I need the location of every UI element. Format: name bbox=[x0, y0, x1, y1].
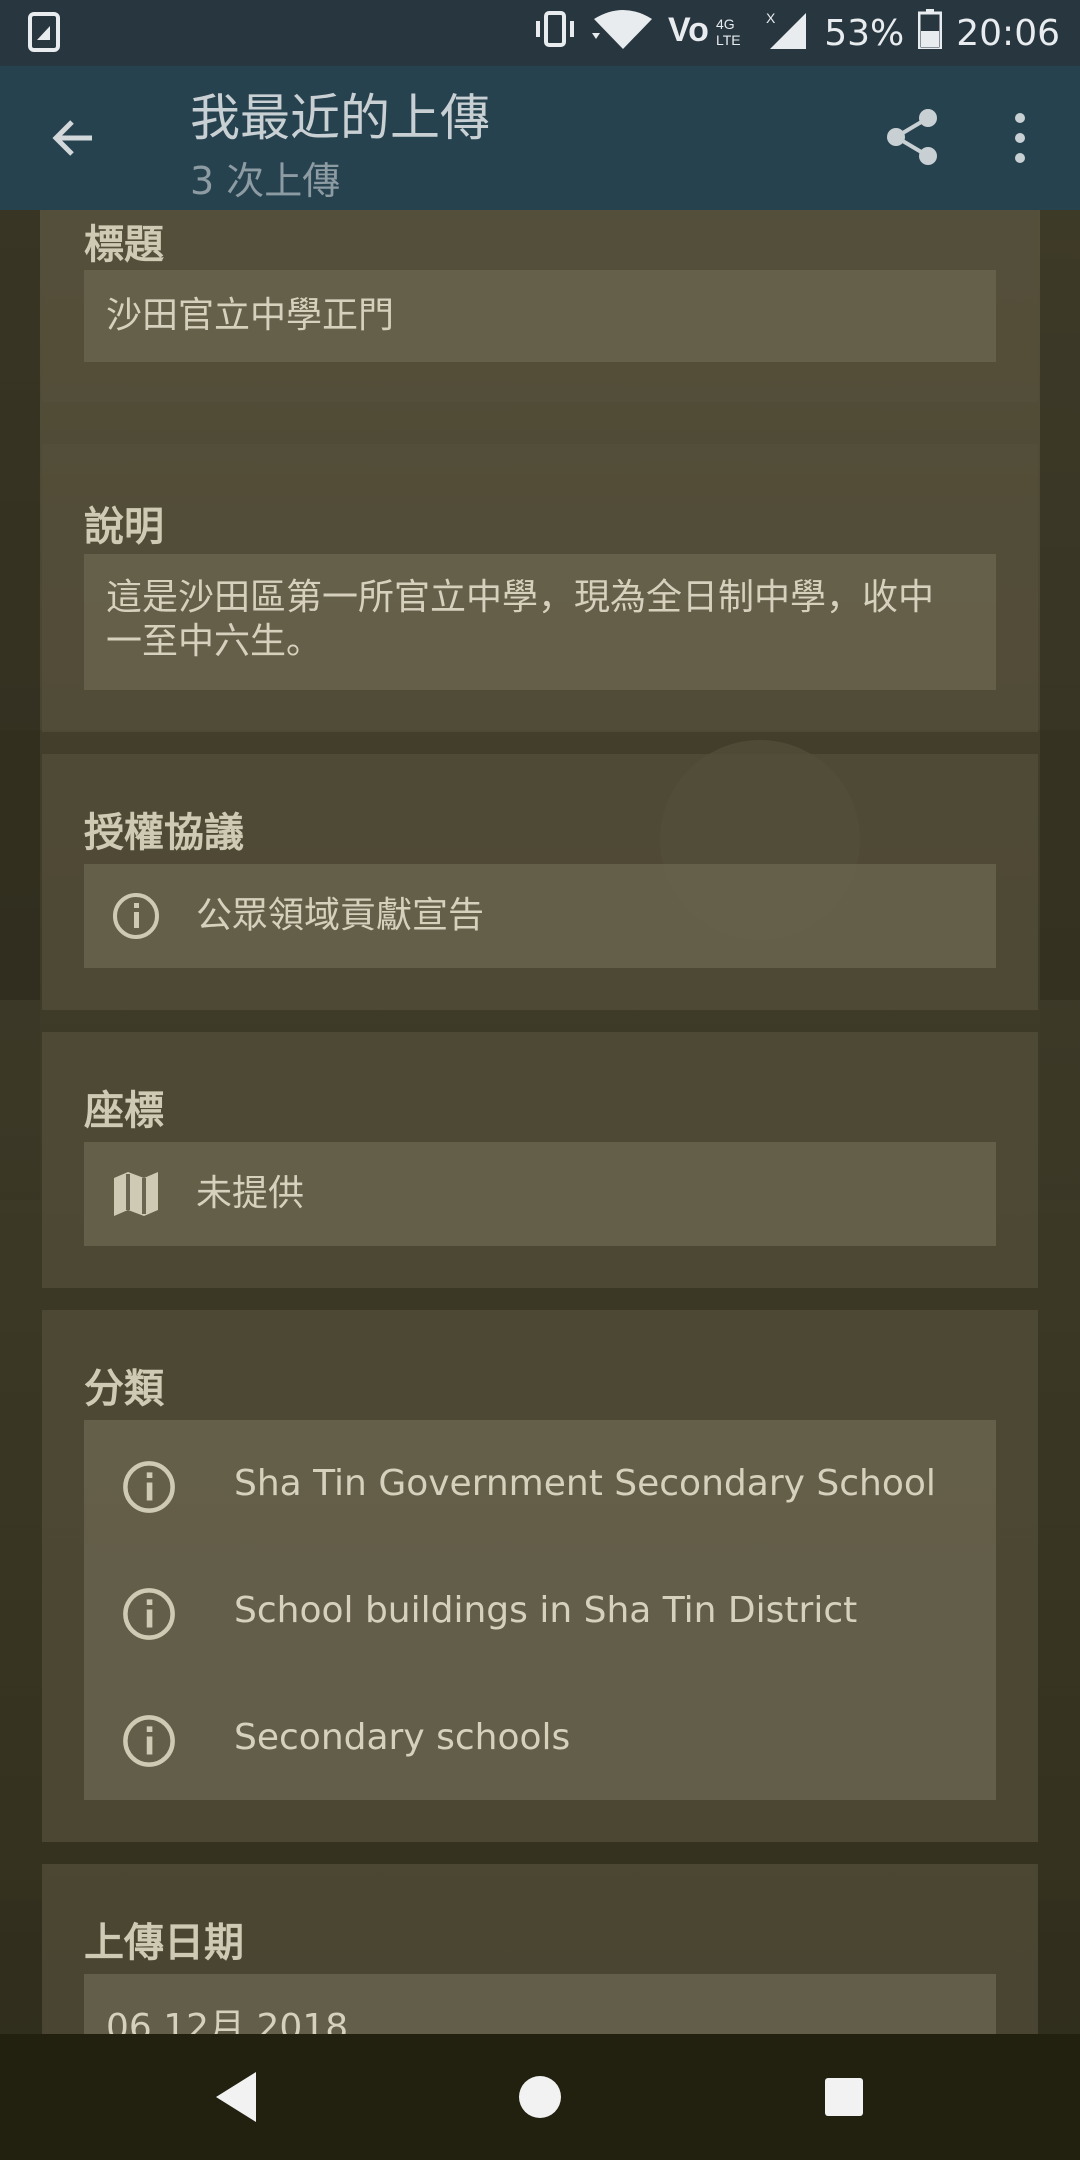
info-icon[interactable] bbox=[122, 1714, 175, 1767]
coordinates-field[interactable]: 未提供 bbox=[84, 1142, 996, 1246]
description-label: 說明 bbox=[84, 504, 164, 550]
categories-label: 分類 bbox=[84, 1366, 164, 1412]
upload-date-card: 上傳日期 06 12月 2018 bbox=[42, 1864, 1038, 2034]
license-value: 公眾領域貢獻宣告 bbox=[196, 895, 485, 936]
categories-card: 分類 Sha Tin Government Secondary School S… bbox=[42, 1310, 1038, 1842]
wifi-icon bbox=[592, 9, 654, 58]
info-icon[interactable] bbox=[122, 1587, 175, 1640]
svg-text:X: X bbox=[766, 10, 776, 26]
back-nav-button[interactable] bbox=[156, 2034, 316, 2160]
battery-percent: 53% bbox=[824, 12, 905, 54]
square-recents-icon bbox=[825, 2078, 863, 2116]
navigation-bar bbox=[0, 2034, 1080, 2160]
description-line-1: 這是沙田區第一所官立中學，現為全日制中學，收中 bbox=[106, 577, 935, 618]
arrow-left-icon[interactable] bbox=[44, 108, 104, 168]
home-nav-button[interactable] bbox=[460, 2034, 620, 2160]
triangle-back-icon bbox=[216, 2072, 256, 2122]
categories-list: Sha Tin Government Secondary School Scho… bbox=[84, 1420, 996, 1800]
license-field[interactable]: 公眾領域貢獻宣告 bbox=[84, 864, 996, 968]
map-icon[interactable] bbox=[112, 1170, 160, 1218]
app-bar: 我最近的上傳 3 次上傳 bbox=[0, 66, 1080, 210]
coordinates-value: 未提供 bbox=[196, 1173, 305, 1214]
title-card: 標題 沙田官立中學正門 bbox=[42, 210, 1038, 402]
svg-text:4G: 4G bbox=[716, 16, 735, 32]
upload-date-label: 上傳日期 bbox=[84, 1920, 244, 1966]
share-icon[interactable] bbox=[882, 106, 944, 168]
list-item[interactable]: Sha Tin Government Secondary School bbox=[84, 1420, 996, 1547]
coordinates-label: 座標 bbox=[84, 1088, 164, 1134]
status-bar: Vo 4G LTE X 53% 20:06 bbox=[0, 0, 1080, 66]
category-label-2: School buildings in Sha Tin District bbox=[234, 1590, 858, 1631]
description-line-2: 一至中六生。 bbox=[106, 621, 323, 662]
svg-text:Vo: Vo bbox=[668, 11, 709, 49]
list-item[interactable]: School buildings in Sha Tin District bbox=[84, 1547, 996, 1674]
vibrate-icon bbox=[532, 9, 578, 58]
category-label-3: Secondary schools bbox=[234, 1717, 571, 1758]
svg-text:LTE: LTE bbox=[716, 32, 741, 48]
title-field[interactable]: 沙田官立中學正門 bbox=[84, 270, 996, 362]
description-card: 說明 這是沙田區第一所官立中學，現為全日制中學，收中 一至中六生。 bbox=[42, 444, 1038, 732]
title-value: 沙田官立中學正門 bbox=[106, 295, 395, 336]
circle-home-icon bbox=[519, 2076, 561, 2118]
signal-icon: X bbox=[766, 9, 810, 58]
info-icon[interactable] bbox=[122, 1460, 175, 1513]
upload-date-field[interactable]: 06 12月 2018 bbox=[84, 1974, 996, 2034]
volte-icon: Vo 4G LTE bbox=[668, 9, 752, 58]
license-card: 授權協議 公眾領域貢獻宣告 bbox=[42, 754, 1038, 1010]
screenshot-notification-icon bbox=[28, 12, 60, 56]
description-field[interactable]: 這是沙田區第一所官立中學，現為全日制中學，收中 一至中六生。 bbox=[84, 554, 996, 690]
coordinates-card: 座標 未提供 bbox=[42, 1032, 1038, 1288]
recents-nav-button[interactable] bbox=[764, 2034, 924, 2160]
info-icon[interactable] bbox=[112, 892, 160, 940]
list-item[interactable]: Secondary schools bbox=[84, 1674, 996, 1800]
upload-date-value: 06 12月 2018 bbox=[106, 2007, 349, 2034]
category-label-1: Sha Tin Government Secondary School bbox=[234, 1463, 936, 1504]
title-label: 標題 bbox=[84, 222, 164, 268]
license-label: 授權協議 bbox=[84, 810, 244, 856]
page-subtitle: 3 次上傳 bbox=[190, 159, 341, 203]
battery-icon bbox=[917, 8, 943, 58]
page-title: 我最近的上傳 bbox=[190, 89, 490, 147]
more-vert-icon[interactable] bbox=[1002, 110, 1038, 166]
clock: 20:06 bbox=[956, 12, 1060, 54]
